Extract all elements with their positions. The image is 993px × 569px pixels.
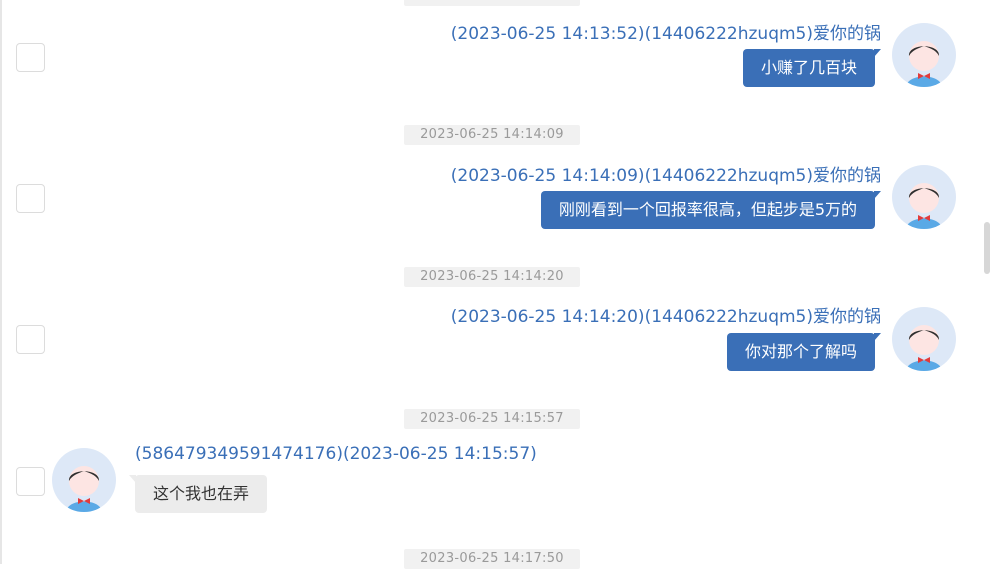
message-bubble: 刚刚看到一个回报率很高，但起步是5万的 — [540, 191, 882, 229]
timestamp-pill: 2023-06-25 14:14:20 — [404, 267, 580, 287]
user-avatar-icon[interactable] — [892, 307, 956, 371]
message-meta: (2023-06-25 14:14:09)(14406222hzuqm5)爱你的… — [450, 166, 881, 186]
message-meta: (586479349591474176)(2023-06-25 14:15:57… — [135, 444, 537, 464]
scrollbar-thumb[interactable] — [984, 222, 990, 274]
user-avatar-icon[interactable] — [892, 165, 956, 229]
timestamp-pill: 2023-06-25 14:15:57 — [404, 409, 580, 429]
message-meta: (2023-06-25 14:13:52)(14406222hzuqm5)爱你的… — [450, 24, 881, 44]
scrollbar-track[interactable] — [981, 0, 993, 564]
timestamp-pill: 2023-06-25 14:14:09 — [404, 125, 580, 145]
message-select-checkbox[interactable] — [16, 467, 45, 496]
message-select-checkbox[interactable] — [16, 43, 45, 72]
timestamp-pill-cut-top — [404, 0, 580, 6]
user-avatar-icon[interactable] — [52, 448, 116, 512]
message-bubble: 小赚了几百块 — [742, 49, 882, 87]
message-bubble: 你对那个了解吗 — [726, 333, 882, 371]
message-select-checkbox[interactable] — [16, 184, 45, 213]
timestamp-pill: 2023-06-25 14:17:50 — [404, 549, 580, 569]
message-select-checkbox[interactable] — [16, 325, 45, 354]
left-border — [0, 0, 2, 564]
message-meta: (2023-06-25 14:14:20)(14406222hzuqm5)爱你的… — [450, 307, 881, 327]
user-avatar-icon[interactable] — [892, 23, 956, 87]
message-bubble: 这个我也在弄 — [128, 475, 268, 513]
